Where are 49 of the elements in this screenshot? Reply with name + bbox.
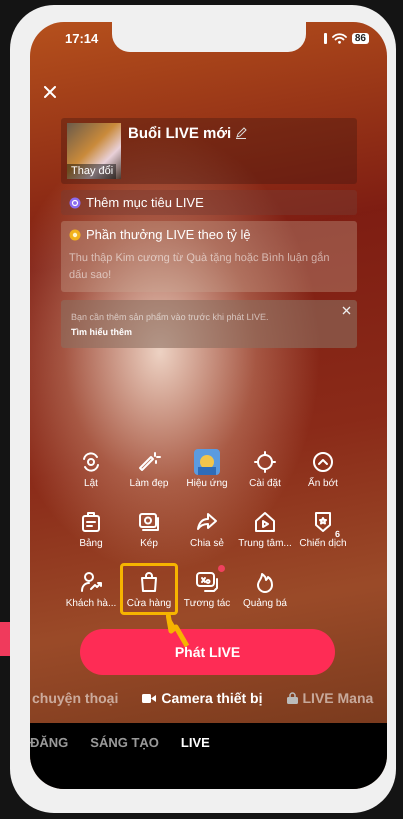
tool-button[interactable]: Hiệu ứng [178, 443, 236, 495]
tool-button[interactable]: Trung tâm... [236, 503, 294, 555]
source-tab[interactable]: LIVE Mana [286, 690, 374, 706]
tool-button[interactable]: Ẩn bớt [294, 443, 352, 495]
mode-tab[interactable]: ĐĂNG [30, 735, 68, 789]
close-icon[interactable] [342, 306, 351, 315]
tool-button[interactable]: Lật [62, 443, 120, 495]
live-title[interactable]: Buổi LIVE mới [128, 125, 232, 142]
mode-tab[interactable]: SÁNG TẠO [90, 735, 159, 789]
cover-photo[interactable]: Thay đổi [67, 123, 121, 179]
tool-button[interactable]: Bảng [62, 503, 120, 555]
video-camera-icon [142, 694, 156, 702]
customers-icon [79, 570, 103, 594]
collapse-icon [311, 450, 335, 474]
goal-label: Thêm mục tiêu LIVE [86, 195, 204, 210]
tool-button[interactable]: Kép [120, 503, 178, 555]
tool-button[interactable]: Chia sẻ [178, 503, 236, 555]
tool-button[interactable]: Khách hà... [62, 563, 120, 615]
wifi-icon [332, 32, 347, 44]
goal-card[interactable]: Thêm mục tiêu LIVE [61, 190, 357, 215]
go-live-button[interactable]: Phát LIVE [80, 629, 335, 675]
tool-button[interactable]: Làm đẹp [120, 443, 178, 495]
learn-more-link[interactable]: Tìm hiểu thêm [71, 327, 132, 337]
change-cover-label[interactable]: Thay đổi [67, 164, 116, 179]
tool-button[interactable]: Cài đặt [236, 443, 294, 495]
pointer-arrow [166, 612, 190, 648]
edit-icon[interactable] [235, 127, 248, 139]
board-icon [79, 510, 103, 534]
source-tab[interactable]: Camera thiết bị [142, 690, 262, 706]
target-icon [69, 196, 81, 208]
tool-button[interactable]: Cửa hàng [120, 563, 178, 615]
battery-level: 86 [352, 32, 369, 44]
campaign-count: 6 [334, 529, 340, 539]
settings-icon [253, 450, 277, 474]
notice-text: Bạn cần thêm sản phẩm vào trước khi phát LIVE. [71, 312, 270, 322]
rewards-card[interactable]: Phần thưởng LIVE theo tỷ lệ Thu thập Kim cương từ Quà tặng hoặc Bình luận gắn dấu sao! [61, 221, 357, 292]
status-time: 17:14 [65, 30, 98, 46]
mode-tab[interactable]: LIVE [180, 735, 210, 789]
source-tab[interactable]: chuyện thoại [32, 690, 118, 706]
rewards-title: Phần thưởng LIVE theo tỷ lệ [86, 227, 251, 242]
signal-icon [324, 32, 327, 44]
lock-icon [286, 692, 298, 704]
tool-button[interactable]: Tương tác [178, 563, 236, 615]
tool-button[interactable]: 6 Chiến dịch [294, 503, 352, 555]
beauty-icon [137, 450, 161, 474]
coin-icon [69, 228, 81, 240]
effect-thumbnail-icon [194, 449, 220, 475]
tool-button[interactable]: Quảng bá [236, 563, 294, 615]
rewards-description: Thu thập Kim cương từ Quà tặng hoặc Bình luận gắn dấu sao! [69, 250, 330, 283]
